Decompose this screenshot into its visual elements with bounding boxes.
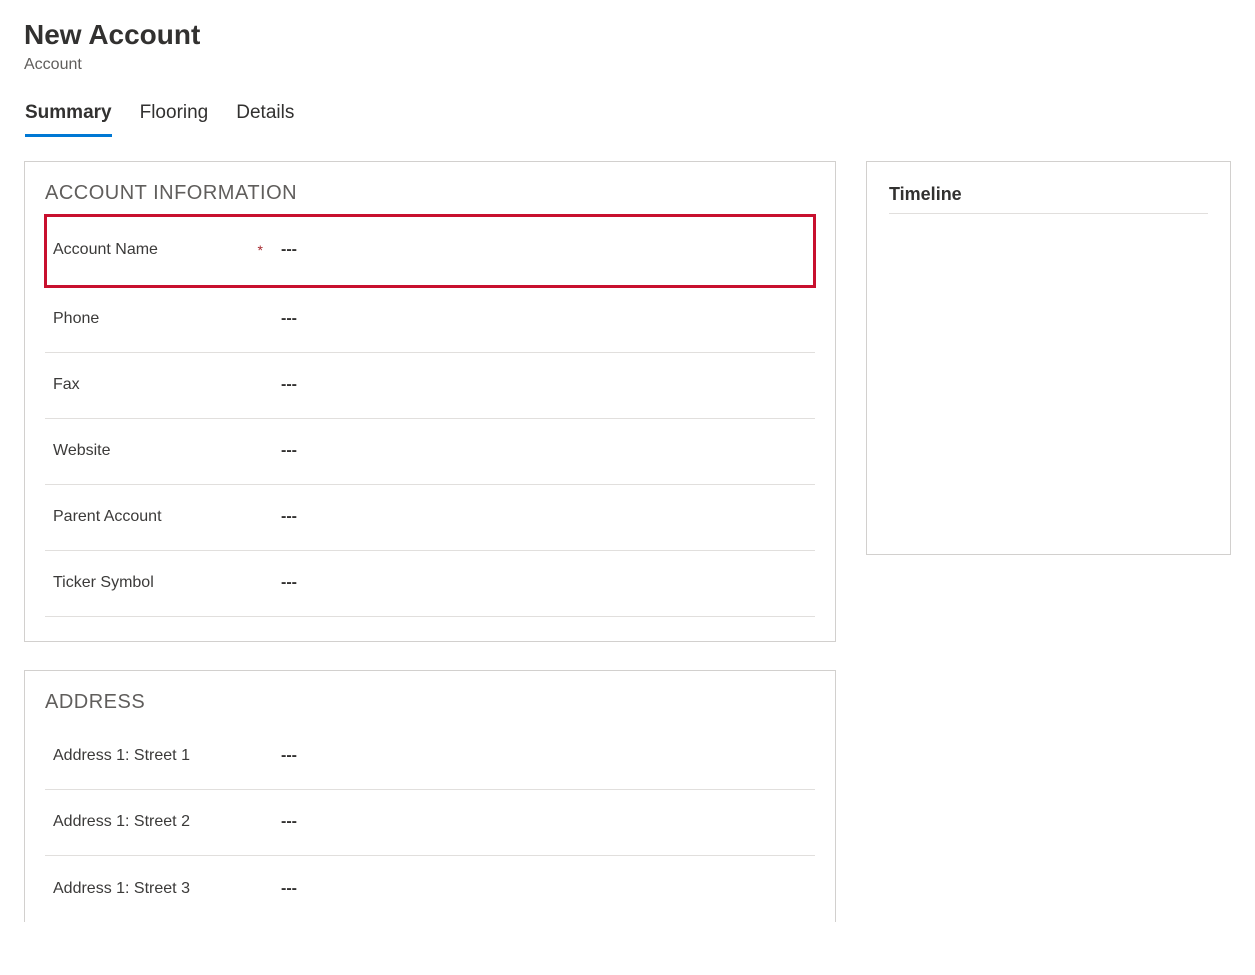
field-value-fax[interactable]: --- xyxy=(273,376,807,394)
field-label-fax: Fax xyxy=(53,376,80,394)
field-row-address1-street2[interactable]: Address 1: Street 2 --- xyxy=(45,790,815,856)
tab-list: Summary Flooring Details xyxy=(24,102,1231,137)
tab-flooring[interactable]: Flooring xyxy=(140,102,209,137)
field-row-account-name[interactable]: Account Name * --- xyxy=(45,215,815,287)
field-label-address1-street3: Address 1: Street 3 xyxy=(53,880,190,898)
field-row-address1-street1[interactable]: Address 1: Street 1 --- xyxy=(45,724,815,790)
field-value-website[interactable]: --- xyxy=(273,442,807,460)
section-account-information: ACCOUNT INFORMATION Account Name * --- P… xyxy=(24,161,836,642)
field-row-address1-street3[interactable]: Address 1: Street 3 --- xyxy=(45,856,815,922)
field-value-ticker-symbol[interactable]: --- xyxy=(273,574,807,592)
field-row-website[interactable]: Website --- xyxy=(45,419,815,485)
field-value-address1-street2[interactable]: --- xyxy=(273,813,807,831)
tab-details[interactable]: Details xyxy=(236,102,294,137)
section-header-address: ADDRESS xyxy=(25,671,835,724)
field-label-parent-account: Parent Account xyxy=(53,508,162,526)
section-header-account-information: ACCOUNT INFORMATION xyxy=(25,162,835,215)
field-value-parent-account[interactable]: --- xyxy=(273,508,807,526)
field-label-ticker-symbol: Ticker Symbol xyxy=(53,574,154,592)
field-label-account-name: Account Name xyxy=(53,241,158,259)
field-row-parent-account[interactable]: Parent Account --- xyxy=(45,485,815,551)
timeline-title: Timeline xyxy=(889,184,1208,214)
section-address: ADDRESS Address 1: Street 1 --- Address … xyxy=(24,670,836,922)
field-row-fax[interactable]: Fax --- xyxy=(45,353,815,419)
page-subtitle: Account xyxy=(24,56,1231,74)
field-value-address1-street3[interactable]: --- xyxy=(273,880,807,898)
field-label-address1-street2: Address 1: Street 2 xyxy=(53,813,190,831)
field-label-website: Website xyxy=(53,442,111,460)
timeline-panel: Timeline xyxy=(866,161,1231,555)
field-value-phone[interactable]: --- xyxy=(273,310,807,328)
field-row-ticker-symbol[interactable]: Ticker Symbol --- xyxy=(45,551,815,617)
required-indicator: * xyxy=(258,242,263,258)
field-row-phone[interactable]: Phone --- xyxy=(45,287,815,353)
field-label-address1-street1: Address 1: Street 1 xyxy=(53,747,190,765)
tab-summary[interactable]: Summary xyxy=(25,102,112,137)
page-title: New Account xyxy=(24,18,1231,52)
field-value-account-name[interactable]: --- xyxy=(273,241,807,259)
field-label-phone: Phone xyxy=(53,310,99,328)
field-value-address1-street1[interactable]: --- xyxy=(273,747,807,765)
